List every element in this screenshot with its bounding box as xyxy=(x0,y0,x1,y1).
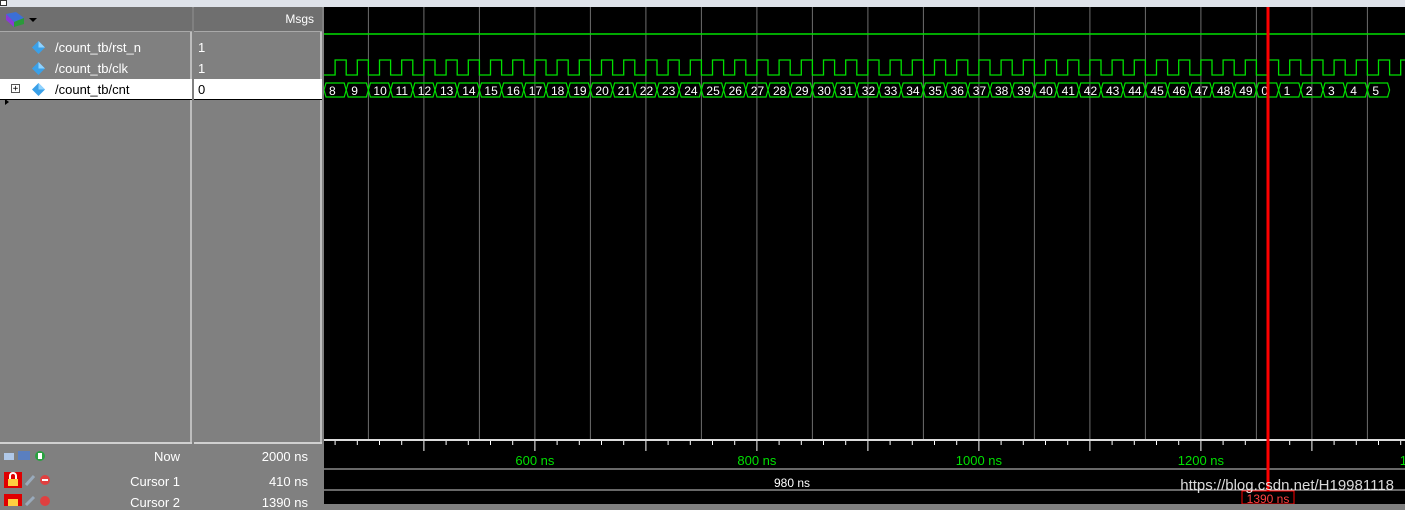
cnt-value-label: 17 xyxy=(529,84,543,98)
cnt-value-label: 18 xyxy=(551,84,565,98)
cursor-delta: 980 ns xyxy=(774,476,810,490)
time-tick-label: 1400 ns xyxy=(1400,453,1405,468)
cnt-value-label: 41 xyxy=(1062,84,1076,98)
cnt-value-label: 1 xyxy=(1284,84,1291,98)
signal-name: /count_tb/clk xyxy=(55,61,128,76)
restore-icon[interactable] xyxy=(0,0,7,6)
cnt-value-label: 23 xyxy=(662,84,676,98)
time-tick-label: 600 ns xyxy=(515,453,555,468)
expand-plus-icon[interactable]: + xyxy=(11,84,20,94)
time-tick-label: 1000 ns xyxy=(956,453,1003,468)
cnt-value-label: 44 xyxy=(1128,84,1142,98)
cnt-value-label: 9 xyxy=(351,84,358,98)
cnt-value-label: 26 xyxy=(729,84,743,98)
signal-row-rst-n[interactable]: /count_tb/rst_n xyxy=(0,37,192,58)
cnt-value-label: 15 xyxy=(484,84,498,98)
cnt-value-label: 38 xyxy=(995,84,1009,98)
cnt-value-label: 47 xyxy=(1195,84,1209,98)
cnt-value-label: 16 xyxy=(507,84,521,98)
cnt-value-label: 21 xyxy=(618,84,632,98)
cnt-value-label: 45 xyxy=(1150,84,1164,98)
cnt-value-label: 34 xyxy=(906,84,920,98)
cnt-value-label: 42 xyxy=(1084,84,1098,98)
waveform-canvas[interactable]: 8 9 10 11 12 13 14 15 16 17 18 19 20 21 22 23 24 25 26 27 28… xyxy=(323,7,1405,506)
signal-diamond-icon xyxy=(32,83,45,96)
cnt-value-label: 35 xyxy=(928,84,942,98)
signal-diamond-icon xyxy=(32,62,45,75)
names-header xyxy=(0,7,192,32)
cursor1-lock-icon[interactable] xyxy=(4,472,54,488)
value-text: 0 xyxy=(198,82,206,97)
time-tick-label: 1200 ns xyxy=(1178,453,1225,468)
cnt-value-label: 13 xyxy=(440,84,454,98)
wave-toolbar-icon[interactable] xyxy=(4,10,38,28)
cnt-value-label: 32 xyxy=(862,84,876,98)
now-value: 2000 ns xyxy=(261,449,308,464)
cnt-value-label: 3 xyxy=(1328,84,1335,98)
cnt-value-label: 12 xyxy=(418,84,432,98)
cnt-value-label: 20 xyxy=(595,84,609,98)
signal-values-pane: Msgs 1 1 0 xyxy=(194,7,322,504)
cnt-value-label: 28 xyxy=(773,84,787,98)
cursor-values-pane: 2000 ns 410 ns 1390 ns xyxy=(194,442,322,510)
cnt-value-label: 10 xyxy=(373,84,387,98)
cnt-value-label: 30 xyxy=(817,84,831,98)
cnt-value-label: 39 xyxy=(1017,84,1031,98)
cnt-value-label: 11 xyxy=(396,84,409,98)
cursor1-value: 410 ns xyxy=(268,474,308,489)
cnt-value-label: 5 xyxy=(1372,84,1379,98)
cnt-value-label: 19 xyxy=(573,84,587,98)
cnt-value-label: 8 xyxy=(329,84,336,98)
values-header: Msgs xyxy=(194,7,322,32)
cnt-value-label: 2 xyxy=(1306,84,1313,98)
signal-names-pane: /count_tb/rst_n /count_tb/clk + /count_t… xyxy=(0,7,192,504)
clk-wave xyxy=(324,59,1405,76)
cursor2-label: Cursor 2 xyxy=(130,495,180,510)
waveform-pane[interactable]: 8 9 10 11 12 13 14 15 16 17 18 19 20 21 22 23 24 25 26 27 28… xyxy=(323,7,1405,506)
cnt-value-label: 14 xyxy=(462,84,476,98)
now-label: Now xyxy=(153,449,180,464)
value-text: 1 xyxy=(198,61,206,76)
signal-name: /count_tb/cnt xyxy=(55,82,130,97)
cursor2-value: 1390 ns xyxy=(261,495,308,510)
cnt-value-label: 4 xyxy=(1350,84,1357,98)
cnt-value-label: 24 xyxy=(684,84,698,98)
cnt-value-label: 33 xyxy=(884,84,898,98)
signal-name: /count_tb/rst_n xyxy=(55,40,141,55)
cursor-names-pane: Now Cursor 1 Cursor 2 xyxy=(0,442,192,510)
signal-value-clk: 1 xyxy=(194,58,322,79)
value-text: 1 xyxy=(198,40,206,55)
msgs-label: Msgs xyxy=(285,12,314,26)
cursor2-lock-icon[interactable] xyxy=(4,494,54,506)
signal-row-cnt[interactable]: + /count_tb/cnt xyxy=(0,79,192,100)
cnt-value-label: 22 xyxy=(640,84,654,98)
cnt-value-label: 40 xyxy=(1039,84,1053,98)
signal-diamond-icon xyxy=(32,41,45,54)
cnt-value-label: 43 xyxy=(1106,84,1120,98)
cnt-value-label: 29 xyxy=(795,84,809,98)
signal-value-cnt: 0 xyxy=(194,79,322,100)
cnt-value-label: 25 xyxy=(706,84,720,98)
signal-value-rst-n: 1 xyxy=(194,37,322,58)
cnt-value-label: 48 xyxy=(1217,84,1231,98)
time-tick-label: 800 ns xyxy=(737,453,777,468)
signal-row-clk[interactable]: /count_tb/clk xyxy=(0,58,192,79)
cnt-value-label: 46 xyxy=(1173,84,1187,98)
cnt-value-label: 37 xyxy=(973,84,987,98)
insert-marker xyxy=(5,99,9,105)
watermark: https://blog.csdn.net/H19981118 xyxy=(1180,477,1394,494)
cnt-value-label: 49 xyxy=(1239,84,1253,98)
cnt-value-label: 31 xyxy=(840,84,854,98)
cnt-value-label: 36 xyxy=(951,84,965,98)
now-toolbar-icons[interactable] xyxy=(3,448,49,462)
cnt-value-label: 27 xyxy=(751,84,765,98)
cursor1-label: Cursor 1 xyxy=(130,474,180,489)
